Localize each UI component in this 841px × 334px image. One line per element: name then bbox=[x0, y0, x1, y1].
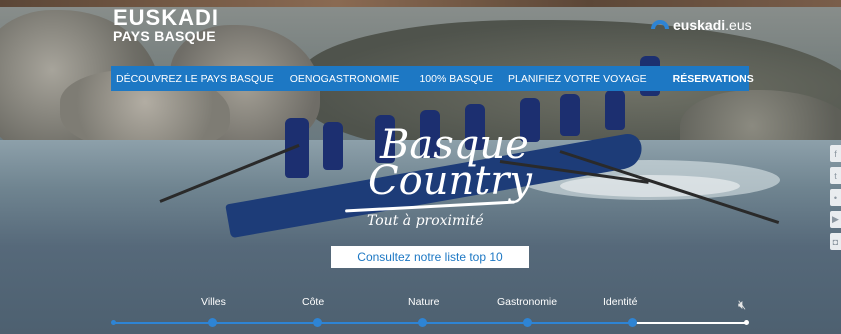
logo-subtitle: PAYS BASQUE bbox=[113, 28, 216, 44]
timeline-dot-identite[interactable] bbox=[628, 318, 637, 327]
rower bbox=[605, 90, 625, 130]
twitter-icon[interactable]: t bbox=[830, 167, 841, 184]
flickr-icon[interactable]: • bbox=[830, 189, 841, 206]
euskadi-logo[interactable]: EUSKADI PAYS BASQUE bbox=[113, 5, 220, 45]
nav-item-oenogastronomie[interactable]: OENOGASTRONOMIE bbox=[290, 73, 400, 85]
nav-item-planifiez[interactable]: PLANIFIEZ VOTRE VOYAGE bbox=[508, 73, 647, 85]
euskadi-wave-icon bbox=[651, 20, 669, 30]
rower bbox=[323, 122, 343, 170]
hero-tagline: Tout à proximité bbox=[367, 213, 484, 229]
timeline-dot-villes[interactable] bbox=[208, 318, 217, 327]
timeline-item-villes[interactable]: Villes bbox=[201, 296, 226, 308]
facebook-icon[interactable]: f bbox=[830, 145, 841, 162]
site-link-name: euskadi bbox=[673, 17, 726, 33]
rower bbox=[560, 94, 580, 136]
timeline-item-identite[interactable]: Identité bbox=[603, 296, 637, 308]
nav-item-reservations[interactable]: RÉSERVATIONS bbox=[673, 73, 754, 85]
youtube-icon[interactable]: ▶ bbox=[830, 211, 841, 228]
instagram-icon[interactable]: ◘ bbox=[830, 233, 841, 250]
hero-video: EUSKADI PAYS BASQUE euskadi .eus DÉCOUVRE… bbox=[0, 0, 841, 334]
speaker-mute-icon[interactable]: 🔇︎ bbox=[738, 297, 746, 313]
timeline-start-dot bbox=[111, 320, 116, 325]
site-link-suffix: .eus bbox=[725, 17, 752, 33]
timeline-item-nature[interactable]: Nature bbox=[408, 296, 440, 308]
timeline-progress bbox=[631, 322, 747, 324]
timeline-item-cote[interactable]: Côte bbox=[302, 296, 324, 308]
hero-title-line2: Country bbox=[368, 158, 533, 204]
euskadi-eus-link[interactable]: euskadi .eus bbox=[651, 17, 752, 33]
timeline-end-dot bbox=[744, 320, 749, 325]
top10-button[interactable]: Consultez notre liste top 10 bbox=[331, 246, 529, 268]
timeline-dot-gastronomie[interactable] bbox=[523, 318, 532, 327]
main-nav: DÉCOUVREZ LE PAYS BASQUE OENOGASTRONOMIE… bbox=[111, 66, 754, 91]
logo-title: EUSKADI bbox=[113, 5, 220, 30]
timeline-dot-nature[interactable] bbox=[418, 318, 427, 327]
nav-item-decouvrez[interactable]: DÉCOUVREZ LE PAYS BASQUE bbox=[116, 73, 274, 85]
timeline-item-gastronomie[interactable]: Gastronomie bbox=[497, 296, 557, 308]
timeline-dot-cote[interactable] bbox=[313, 318, 322, 327]
nav-item-100-basque[interactable]: 100% BASQUE bbox=[419, 73, 493, 85]
